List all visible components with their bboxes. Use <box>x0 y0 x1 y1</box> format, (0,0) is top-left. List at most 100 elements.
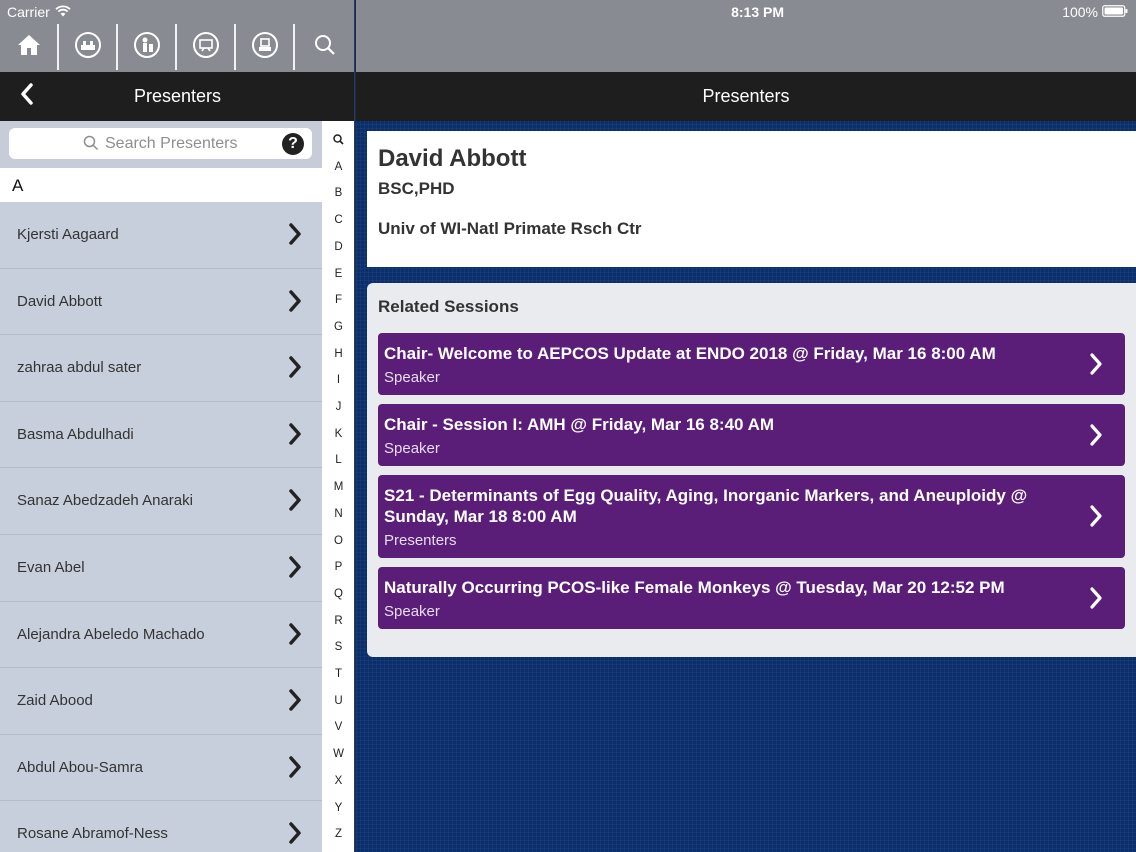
search-field[interactable]: ? <box>9 128 312 159</box>
help-icon[interactable]: ? <box>282 133 304 155</box>
presenter-list: Kjersti Aagaard David Abbott zahraa abdu… <box>0 202 322 852</box>
index-letter[interactable]: C <box>322 214 354 226</box>
session-title: Naturally Occurring PCOS-like Female Mon… <box>384 578 1005 597</box>
schedule-board-icon <box>192 31 220 64</box>
index-letter[interactable]: X <box>322 775 354 787</box>
left-navigation-bar: Presenters <box>0 72 354 121</box>
index-letter[interactable]: R <box>322 615 354 627</box>
presenter-row[interactable]: Kjersti Aagaard <box>0 202 322 269</box>
session-item[interactable]: Chair- Welcome to AEPCOS Update at ENDO … <box>378 333 1125 395</box>
session-role: Presenters <box>384 532 457 549</box>
home-button[interactable] <box>0 24 59 70</box>
presenter-name: Sanaz Abedzadeh Anaraki <box>17 492 193 510</box>
left-nav-title: Presenters <box>133 86 222 106</box>
presenter-row[interactable]: zahraa abdul sater <box>0 335 322 402</box>
session-item[interactable]: Chair - Session I: AMH @ Friday, Mar 16 … <box>378 404 1125 466</box>
index-letter[interactable]: Y <box>322 802 354 814</box>
battery-icon <box>1102 4 1128 20</box>
session-title: Chair- Welcome to AEPCOS Update at ENDO … <box>384 344 996 363</box>
presenter-degree: BSC,PHD <box>378 179 455 198</box>
detail-pane: 8:13 PM 100% Presenters David Abbott BSC… <box>356 0 1136 852</box>
index-letter[interactable]: Q <box>322 588 354 600</box>
carrier-label: Carrier <box>7 4 50 20</box>
index-letter[interactable]: W <box>322 748 354 760</box>
search-bar: ? <box>0 121 322 168</box>
session-title: S21 - Determinants of Egg Quality, Aging… <box>384 486 1028 526</box>
index-letter[interactable]: H <box>322 348 354 360</box>
search-button[interactable] <box>295 24 354 70</box>
chevron-right-icon <box>288 688 302 717</box>
presenter-row[interactable]: Zaid Abood <box>0 668 322 735</box>
chevron-right-icon <box>288 222 302 251</box>
index-letter[interactable]: N <box>322 508 354 520</box>
index-letter[interactable]: S <box>322 641 354 653</box>
index-search-icon[interactable] <box>322 134 354 148</box>
index-letter[interactable]: A <box>322 161 354 173</box>
chevron-right-icon <box>288 289 302 318</box>
presenter-detail-name: David Abbott <box>378 145 527 172</box>
session-role: Speaker <box>384 603 440 620</box>
main-toolbar <box>0 24 354 70</box>
chevron-right-icon <box>1089 352 1103 381</box>
master-pane: Carrier Presenters Search Presenters ? A… <box>0 0 355 852</box>
index-letter[interactable]: T <box>322 668 354 680</box>
speakers-button[interactable] <box>118 24 177 70</box>
index-letter[interactable]: Z <box>322 828 354 840</box>
presenter-row[interactable]: Alejandra Abeledo Machado <box>0 602 322 669</box>
session-item[interactable]: Naturally Occurring PCOS-like Female Mon… <box>378 567 1125 629</box>
battery-percent: 100% <box>1062 4 1098 20</box>
right-nav-title: Presenters <box>702 86 790 106</box>
top-toolbar-area: Carrier <box>0 0 354 72</box>
status-battery: 100% <box>1062 4 1128 20</box>
presenter-name: Evan Abel <box>17 558 85 576</box>
index-letter[interactable]: M <box>322 481 354 493</box>
presenter-row[interactable]: Rosane Abramof-Ness <box>0 801 322 852</box>
section-header: A <box>0 168 322 202</box>
presenter-row[interactable]: Sanaz Abedzadeh Anaraki <box>0 468 322 535</box>
index-letter[interactable]: K <box>322 428 354 440</box>
home-icon <box>17 34 41 61</box>
index-letter[interactable]: E <box>322 268 354 280</box>
right-navigation-bar: Presenters <box>356 72 1136 121</box>
index-letter[interactable]: J <box>322 401 354 413</box>
index-letter[interactable]: P <box>322 561 354 573</box>
index-letter[interactable]: B <box>322 187 354 199</box>
exhibit-hall-button[interactable] <box>59 24 118 70</box>
chevron-right-icon <box>1089 586 1103 615</box>
index-letter[interactable]: I <box>322 374 354 386</box>
related-sessions-card: Related Sessions Chair- Welcome to AEPCO… <box>367 283 1136 657</box>
alphabet-index[interactable]: A B C D E F G H I J K L M N O P Q R S T U V W X Y Z <box>322 121 354 852</box>
presenter-row[interactable]: Evan Abel <box>0 535 322 602</box>
index-letter[interactable]: G <box>322 321 354 333</box>
chevron-right-icon <box>1089 423 1103 452</box>
index-letter[interactable]: O <box>322 535 354 547</box>
presenter-name: David Abbott <box>17 292 103 310</box>
presenter-name: Basma Abdulhadi <box>17 425 134 443</box>
presenter-row[interactable]: Basma Abdulhadi <box>0 402 322 469</box>
speaker-icon <box>133 31 161 64</box>
session-item[interactable]: S21 - Determinants of Egg Quality, Aging… <box>378 475 1125 558</box>
chevron-right-icon <box>288 622 302 651</box>
presenter-name: Zaid Abood <box>17 692 93 710</box>
presenter-name: Abdul Abou-Samra <box>17 758 143 776</box>
chevron-right-icon <box>288 821 302 850</box>
session-title: Chair - Session I: AMH @ Friday, Mar 16 … <box>384 415 775 434</box>
presenter-row[interactable]: David Abbott <box>0 269 322 336</box>
index-letter[interactable]: V <box>322 721 354 733</box>
section-letter: A <box>12 176 24 195</box>
chevron-right-icon <box>288 355 302 384</box>
presenter-row[interactable]: Abdul Abou-Samra <box>0 735 322 802</box>
presenter-name: Alejandra Abeledo Machado <box>17 625 205 643</box>
posters-button[interactable] <box>236 24 295 70</box>
presenter-name: zahraa abdul sater <box>17 359 142 377</box>
chevron-right-icon <box>1089 504 1103 533</box>
status-time: 8:13 PM <box>731 4 784 20</box>
schedule-button[interactable] <box>177 24 236 70</box>
search-input[interactable] <box>105 132 275 156</box>
chevron-right-icon <box>288 555 302 584</box>
index-letter[interactable]: F <box>322 294 354 306</box>
chevron-right-icon <box>288 755 302 784</box>
index-letter[interactable]: D <box>322 241 354 253</box>
index-letter[interactable]: U <box>322 695 354 707</box>
index-letter[interactable]: L <box>322 454 354 466</box>
